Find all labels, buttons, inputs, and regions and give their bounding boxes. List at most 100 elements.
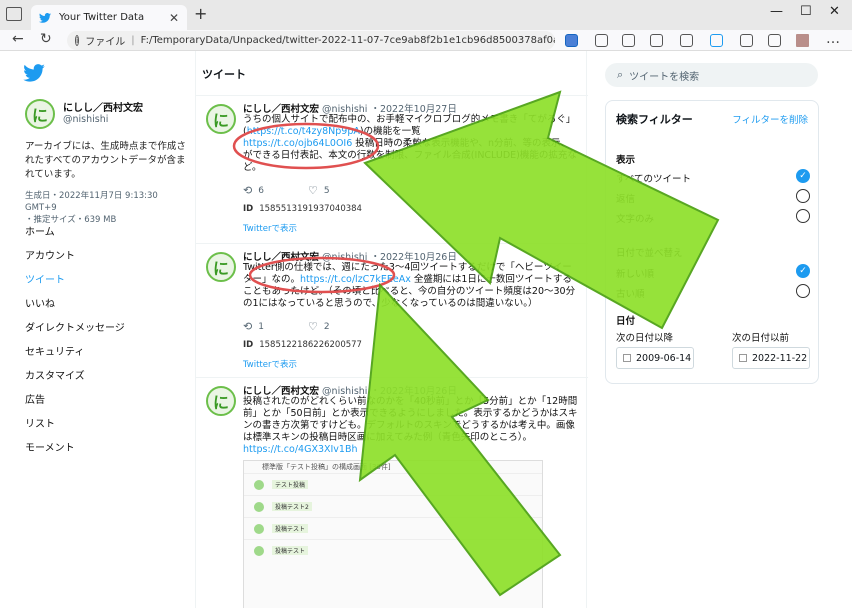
show-option-replies[interactable]: 返信 <box>616 189 810 207</box>
sort-option-oldest[interactable]: 古い順 <box>616 284 810 302</box>
tweet-id: ID 1585122186226200577 <box>243 340 362 350</box>
browser-essentials-icon[interactable] <box>740 34 753 47</box>
radio-icon[interactable] <box>796 284 810 298</box>
tab-title: Your Twitter Data <box>59 12 145 23</box>
profile-avatar[interactable] <box>796 34 809 47</box>
search-placeholder: ツイートを検索 <box>629 71 700 83</box>
extension-icon[interactable] <box>622 34 635 47</box>
tweet-item[interactable]: に にしし／西村文宏 @nishishi ・2022年10月26日 Twitte… <box>196 243 588 377</box>
show-section-label: 表示 <box>616 155 636 166</box>
twitter-logo-icon[interactable] <box>23 64 45 85</box>
search-input[interactable]: ⌕ ツイートを検索 <box>605 63 818 87</box>
close-window-icon[interactable]: ✕ <box>829 4 840 19</box>
view-on-twitter-link[interactable]: Twitterで表示 <box>243 358 297 370</box>
address-bar[interactable]: i ファイル | F:/TemporaryData/Unpacked/twitt… <box>67 31 555 50</box>
more-menu-icon[interactable]: … <box>826 31 840 47</box>
browser-tab[interactable]: Your Twitter Data ✕ <box>31 5 187 30</box>
search-icon: ⌕ <box>617 68 624 81</box>
view-on-twitter-link[interactable]: Twitterで表示 <box>243 222 297 234</box>
tweet-header: にしし／西村文宏 @nishishi ・2022年10月27日 <box>243 101 457 115</box>
avatar[interactable]: に <box>206 104 236 134</box>
favorites-icon[interactable] <box>650 34 663 47</box>
clear-filter-link[interactable]: フィルターを削除 <box>732 112 808 126</box>
tweet-text: うちの個人サイトで配布中の、お手軽マイクロブログ的メモ書き「てがろぐ」(http… <box>243 114 577 173</box>
nav-item-ads[interactable]: 広告 <box>25 389 185 413</box>
sort-option-newest[interactable]: 新しい順 ✓ <box>616 264 810 282</box>
archive-description: アーカイブには、生成時点まで作成されたすべてのアカウントデータが含まれています。 <box>25 141 186 180</box>
minimize-icon[interactable]: — <box>770 4 783 19</box>
tweet-link[interactable]: https://t.co/4GX3XIv1Bh <box>243 444 358 455</box>
filter-title: 検索フィルター <box>616 113 693 126</box>
nav-item-home[interactable]: ホーム <box>25 221 185 245</box>
like-count: 5 <box>323 185 330 196</box>
image-caption: 標準版「テスト投稿」の構成画面 [30件] <box>262 463 391 471</box>
tweet-text: 投稿されたのがどれくらい前なのかを「40秒前」とか「5分前」とか「12時間前」と… <box>243 396 578 455</box>
tweet-link[interactable]: https://t.co/ojb64L0OI6 <box>243 138 352 149</box>
info-icon[interactable]: i <box>75 35 80 46</box>
retweet-icon: ⟲ <box>243 184 253 197</box>
tab-actions-icon[interactable] <box>6 7 22 21</box>
since-label: 次の日付以降 <box>616 333 674 344</box>
tweet-item[interactable]: に にしし／西村文宏 @nishishi ・2022年10月27日 うちの個人サ… <box>196 95 588 243</box>
tweet-header: にしし／西村文宏 @nishishi ・2022年10月26日 <box>243 383 457 397</box>
generated-date: 生成日・2022年11月7日 9:13:30 GMT+9 <box>25 191 158 213</box>
extension-icon[interactable] <box>565 34 578 47</box>
nav-item-tweets[interactable]: ツイート <box>25 269 185 293</box>
extension-icon[interactable] <box>595 34 608 47</box>
new-tab-icon[interactable]: + <box>194 4 207 23</box>
avatar[interactable]: に <box>25 99 55 129</box>
nav-item-account[interactable]: アカウント <box>25 245 185 269</box>
nav-item-security[interactable]: セキュリティ <box>25 341 185 365</box>
tweet-text: Twitter側の仕様では、週にたった3～4回ツイートするだけで「ヘビーツイータ… <box>243 262 576 309</box>
nav-item-moments[interactable]: モーメント <box>25 437 185 461</box>
tweet-link[interactable]: https://t.co/lzC7kEEeAx <box>300 274 411 285</box>
refresh-icon[interactable]: ↻ <box>40 31 52 47</box>
until-label: 次の日付以前 <box>732 333 790 344</box>
maximize-icon[interactable]: ☐ <box>800 4 812 19</box>
tweet-stats: ⟲ 6 ♡ 5 <box>243 184 374 197</box>
profile-name: にしし／西村文宏 <box>63 103 143 114</box>
back-icon[interactable]: ← <box>12 31 24 47</box>
nav-item-likes[interactable]: いいね <box>25 293 185 317</box>
sort-section-label: 日付で並べ替え <box>616 248 683 259</box>
heart-icon: ♡ <box>307 320 318 333</box>
until-date-field[interactable]: 2022-11-22 <box>732 347 810 369</box>
radio-icon[interactable] <box>796 209 810 223</box>
extension-icon[interactable] <box>710 34 723 47</box>
profile-handle: @nishishi <box>63 114 109 125</box>
avatar[interactable]: に <box>206 252 236 282</box>
avatar[interactable]: に <box>206 386 236 416</box>
archive-sidebar: に にしし／西村文宏 @nishishi アーカイブには、生成時点まで作成された… <box>0 51 195 608</box>
nav-item-direct-messages[interactable]: ダイレクトメッセージ <box>25 317 185 341</box>
search-panel: ⌕ ツイートを検索 検索フィルター フィルターを削除 表示 すべてのツイート ✓ … <box>587 51 852 608</box>
like-count: 2 <box>323 321 330 332</box>
retweet-count: 6 <box>258 185 264 196</box>
twitter-bird-icon <box>39 12 51 24</box>
tweet-link[interactable]: https://t.co/t4zy8Np9pA <box>247 126 360 137</box>
tweet-item[interactable]: に にしし／西村文宏 @nishishi ・2022年10月26日 投稿されたの… <box>196 377 588 608</box>
image-list-item: 投稿テスト <box>244 517 542 539</box>
tweet-id: ID 1585513191937040384 <box>243 204 362 214</box>
sidebar-nav: ホーム アカウント ツイート いいね ダイレクトメッセージ セキュリティ カスタ… <box>25 221 185 461</box>
nav-item-lists[interactable]: リスト <box>25 413 185 437</box>
tab-close-icon[interactable]: ✕ <box>169 11 179 25</box>
collections-icon[interactable] <box>680 34 693 47</box>
tweet-timeline: ツイート に にしし／西村文宏 @nishishi ・2022年10月27日 う… <box>195 51 588 608</box>
radio-checked-icon[interactable]: ✓ <box>796 264 810 278</box>
downloads-icon[interactable] <box>768 34 781 47</box>
image-list-item: 投稿テスト2 <box>244 495 542 517</box>
calendar-icon <box>623 354 631 362</box>
url-text: F:/TemporaryData/Unpacked/twitter-2022-1… <box>140 35 555 46</box>
search-filter-card: 検索フィルター フィルターを削除 表示 すべてのツイート ✓ 返信 文字のみ 日付… <box>605 100 819 384</box>
radio-icon[interactable] <box>796 189 810 203</box>
image-list-item: テスト投稿 <box>244 473 542 495</box>
show-option-all[interactable]: すべてのツイート ✓ <box>616 169 810 187</box>
since-date-field[interactable]: 2009-06-14 <box>616 347 694 369</box>
retweet-icon: ⟲ <box>243 320 253 333</box>
address-row: ← ↻ i ファイル | F:/TemporaryData/Unpacked/t… <box>0 30 852 51</box>
nav-item-customize[interactable]: カスタマイズ <box>25 365 185 389</box>
radio-checked-icon[interactable]: ✓ <box>796 169 810 183</box>
tweet-image[interactable]: 標準版「テスト投稿」の構成画面 [30件] テスト投稿 投稿テスト2 投稿テスト… <box>243 460 543 608</box>
show-option-text-only[interactable]: 文字のみ <box>616 209 810 227</box>
url-scheme-label: ファイル <box>85 37 126 48</box>
